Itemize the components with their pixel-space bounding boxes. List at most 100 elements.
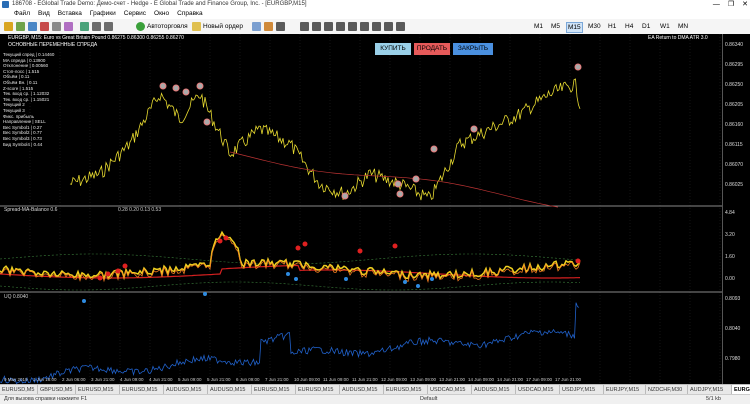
trendline-icon[interactable] xyxy=(348,22,357,31)
time-axis-label: 1 Jun 18:00 xyxy=(33,377,57,382)
close-positions-button[interactable]: ЗАКРЫТЬ (2) xyxy=(453,43,493,64)
indicator2-header: UQ 0.8040 xyxy=(4,294,29,300)
tf-m1-button[interactable]: M1 xyxy=(534,22,543,31)
sell-signal-dot xyxy=(392,243,398,249)
price-scale-label: 0.00 xyxy=(725,276,735,282)
price-scale-label: 4.84 xyxy=(725,210,735,216)
zoom-in-icon[interactable] xyxy=(92,22,101,31)
time-axis-label: 4 Jun 21:00 xyxy=(149,377,173,382)
menu-help[interactable]: Справка xyxy=(173,9,207,19)
price-scale-label: 0.86025 xyxy=(725,182,744,188)
price-scale-label: 0.86205 xyxy=(725,102,744,108)
fibonacci-icon[interactable] xyxy=(372,22,381,31)
sell-signal-dot xyxy=(105,271,111,277)
label-tool-icon[interactable] xyxy=(396,22,405,31)
sell-signal-dot xyxy=(357,248,363,254)
indicator1-values: 0.28 0.20 0.13 0.53 xyxy=(118,207,162,213)
time-axis-label: 14 Jun 09:00 xyxy=(468,377,495,382)
time-axis-label: 11 Jun 21:00 xyxy=(352,377,378,382)
sell-signal-dot xyxy=(97,275,103,281)
menu-tools[interactable]: Сервис xyxy=(120,9,150,19)
price-scale-label: 0.7980 xyxy=(725,356,741,362)
tf-m30-button[interactable]: M30 xyxy=(588,22,601,31)
trade-marker-icon xyxy=(196,82,204,90)
time-axis-label: 17 Jun 09:00 xyxy=(526,377,553,382)
profiles-icon[interactable] xyxy=(16,22,25,31)
market-watch-icon[interactable] xyxy=(28,22,37,31)
time-axis-label: 13 Jun 09:00 xyxy=(410,377,437,382)
line-chart-icon[interactable] xyxy=(276,22,285,31)
time-axis-label: 9 May 2019 xyxy=(4,377,28,382)
maximize-button[interactable]: ❐ xyxy=(728,0,734,9)
tf-m5-button[interactable]: M5 xyxy=(551,22,560,31)
buy-signal-dot xyxy=(430,277,434,281)
new-chart-icon[interactable] xyxy=(4,22,13,31)
balance-line xyxy=(0,302,580,384)
tf-h1-button[interactable]: H1 xyxy=(608,22,616,31)
ea-label: EA Return to DMA ATR 3.0 xyxy=(648,35,708,41)
chart-header: EURGBP, M15: Euro vs Great Britain Pound… xyxy=(8,35,184,41)
indicator1-header: Spread-MA-Balance 0.6 xyxy=(4,207,58,213)
buy-signal-dot xyxy=(416,284,420,288)
time-axis-label: 5 Jun 21:00 xyxy=(207,377,231,382)
toolbar: Автоторговля Новый ордер M1 M5 M15 M30 H… xyxy=(0,19,750,35)
time-axis-label: 6 Jun 09:00 xyxy=(236,377,260,382)
menu-view[interactable]: Вид xyxy=(34,9,54,19)
tf-d1-button[interactable]: D1 xyxy=(642,22,650,31)
price-scale-label: 0.86250 xyxy=(725,82,744,88)
price-scale-label: 0.86340 xyxy=(725,42,744,48)
minimize-button[interactable]: — xyxy=(713,0,720,9)
time-axis-label: 3 Jun 21:00 xyxy=(91,377,115,382)
buy-signal-dot xyxy=(286,272,290,276)
menu-bar: Файл Вид Вставка Графики Сервис Окно Справка xyxy=(0,9,750,19)
price-scale-label: 0.86160 xyxy=(725,122,744,128)
tf-mn-button[interactable]: MN xyxy=(678,22,688,31)
buy-signal-dot xyxy=(403,280,407,284)
chart-area[interactable]: 9 May 2019 1 Jun 18:00 2 Jun 06:00 3 Jun 21… xyxy=(0,34,722,384)
price-scale: 0.86340 0.86295 0.86250 0.86205 0.86160 0.861… xyxy=(722,34,750,384)
crosshair-tool-icon[interactable] xyxy=(312,22,321,31)
new-order-button[interactable]: Новый ордер xyxy=(203,21,243,32)
tf-m15-button[interactable]: M15 xyxy=(566,22,583,33)
trade-marker-icon xyxy=(396,190,404,198)
text-tool-icon[interactable] xyxy=(384,22,393,31)
sell-signal-dot xyxy=(295,245,301,251)
cursor-icon[interactable] xyxy=(300,22,309,31)
candles-icon[interactable] xyxy=(264,22,273,31)
buy-button[interactable]: КУПИТЬ xyxy=(375,43,411,55)
crosshair-icon[interactable] xyxy=(80,22,89,31)
info-row: Бид Symbol4 | 0.44 xyxy=(3,141,43,147)
vertical-line-icon[interactable] xyxy=(324,22,333,31)
menu-insert[interactable]: Вставка xyxy=(54,9,86,19)
sell-signal-dot xyxy=(217,238,223,244)
trade-marker-icon xyxy=(203,118,211,126)
bar-chart-icon[interactable] xyxy=(252,22,261,31)
trade-marker-icon xyxy=(470,125,478,133)
close-button[interactable]: ✕ xyxy=(742,0,748,9)
autotrading-button[interactable]: Автоторговля xyxy=(147,21,188,32)
horizontal-line-icon[interactable] xyxy=(336,22,345,31)
autotrading-icon xyxy=(136,22,145,31)
time-axis-label: 12 Jun 09:00 xyxy=(381,377,408,382)
tester-icon[interactable] xyxy=(64,22,73,31)
menu-charts[interactable]: Графики xyxy=(86,9,120,19)
trade-markers xyxy=(159,63,582,200)
trade-marker-icon xyxy=(430,145,438,153)
buy-signal-dot xyxy=(203,292,207,296)
tf-w1-button[interactable]: W1 xyxy=(660,22,670,31)
terminal-icon[interactable] xyxy=(52,22,61,31)
buy-signal-dot xyxy=(344,277,348,281)
price-line xyxy=(69,78,581,201)
sell-button[interactable]: ПРОДАТЬ (2) xyxy=(414,43,450,64)
channel-icon[interactable] xyxy=(360,22,369,31)
tf-h4-button[interactable]: H4 xyxy=(625,22,633,31)
trade-marker-icon xyxy=(341,192,349,200)
zoom-out-icon[interactable] xyxy=(104,22,113,31)
price-scale-label: 0.8093 xyxy=(725,296,741,302)
navigator-icon[interactable] xyxy=(40,22,49,31)
menu-window[interactable]: Окно xyxy=(150,9,173,19)
buy-signal-dot xyxy=(82,299,86,303)
menu-file[interactable]: Файл xyxy=(0,9,34,19)
chart-subheader: ОСНОВНЫЕ ПЕРЕМЕННЫЕ СПРЕДА xyxy=(8,42,98,48)
price-scale-label: 0.86070 xyxy=(725,162,744,168)
